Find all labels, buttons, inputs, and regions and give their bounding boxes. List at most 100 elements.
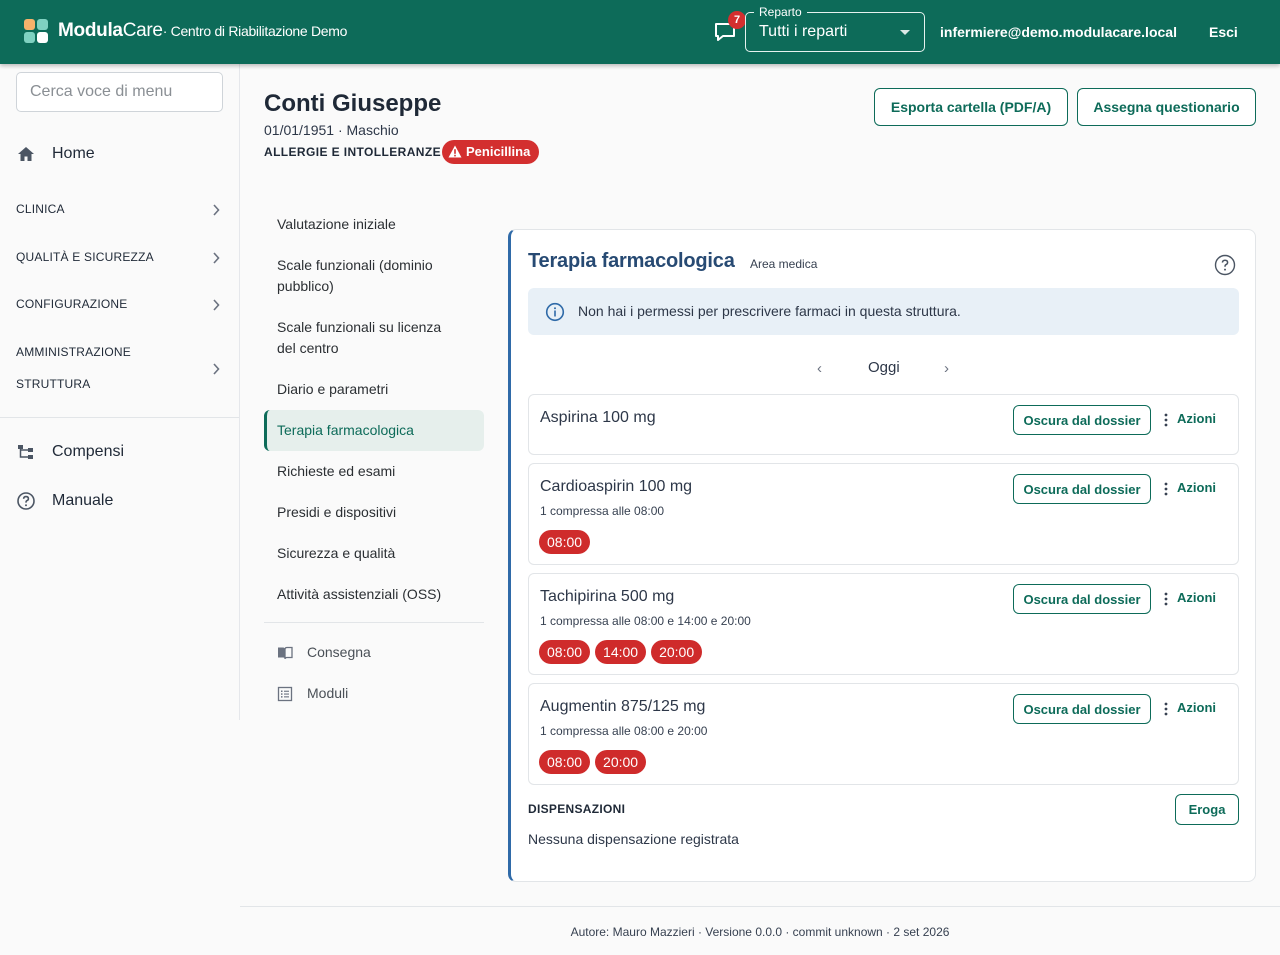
time-chip[interactable]: 20:00 (595, 750, 647, 774)
time-chip[interactable]: 08:00 (539, 750, 591, 774)
more-vertical-icon[interactable] (1163, 591, 1169, 607)
sidebar-item-home[interactable]: Home (16, 142, 226, 166)
subnav-item-richieste-esami[interactable]: Richieste ed esami (264, 461, 484, 482)
logout-button[interactable]: Esci (1209, 24, 1238, 40)
time-chip[interactable]: 08:00 (539, 530, 591, 554)
hide-from-dossier-button[interactable]: Oscura dal dossier (1013, 694, 1151, 724)
medication-row: Augmentin 875/125 mg 1 compressa alle 08… (528, 683, 1239, 785)
export-record-button[interactable]: Esporta cartella (PDF/A) (874, 88, 1068, 126)
current-date-label: Oggi (868, 359, 900, 376)
allergy-chip-label: Penicillina (466, 144, 531, 159)
more-vertical-icon[interactable] (1163, 481, 1169, 497)
actions-menu-button[interactable]: Azioni (1177, 480, 1216, 495)
subnav-item-attivita-assistenziali[interactable]: Attività assistenziali (OSS) (264, 584, 484, 605)
sidebar-section-label: CLINICA (16, 202, 65, 216)
home-icon (18, 147, 34, 161)
subnav-item-sicurezza-qualita[interactable]: Sicurezza e qualità (264, 543, 484, 564)
sidebar-section-label: STRUTTURA (16, 377, 91, 391)
sidebar-item-compensi[interactable]: Compensi (16, 440, 226, 464)
subnav-item-diario-parametri[interactable]: Diario e parametri (264, 379, 484, 400)
department-select[interactable]: Reparto Tutti i reparti (745, 5, 925, 52)
subnav-item-label: Sicurezza e qualità (277, 545, 396, 561)
medication-row: Tachipirina 500 mg 1 compressa alle 08:0… (528, 573, 1239, 675)
subnav-item-terapia-farmacologica[interactable]: Terapia farmacologica (264, 410, 484, 451)
menu-search-input[interactable] (16, 72, 223, 112)
sidebar-item-manuale[interactable]: Manuale (16, 489, 226, 513)
app-brand[interactable]: ModulaCare· Centro di Riabilitazione Dem… (58, 20, 347, 42)
subnav-item-label: Scale funzionali su licenza (277, 319, 442, 335)
subnav-item-presidi-dispositivi[interactable]: Presidi e dispositivi (264, 502, 484, 523)
medication-schedule: 1 compressa alle 08:00 e 20:00 (540, 724, 708, 738)
dispense-button[interactable]: Eroga (1175, 794, 1239, 825)
assign-questionnaire-button[interactable]: Assegna questionario (1077, 88, 1256, 126)
medication-name: Cardioaspirin 100 mg (540, 478, 693, 495)
previous-day-button[interactable]: ‹ (817, 360, 822, 377)
department-select-value: Tutti i reparti (759, 23, 848, 40)
allergy-chip: Penicillina (442, 140, 540, 164)
sidebar-section-qualita-sicurezza[interactable]: QUALITÀ E SICUREZZA (16, 250, 226, 268)
sidebar-section-amministrazione-struttura[interactable]: AMMINISTRAZIONE STRUTTURA (16, 345, 226, 395)
subnav-item-label: del centro (277, 340, 339, 356)
subnav-tool-moduli[interactable]: Moduli (277, 683, 477, 705)
subnav-item-label: Diario e parametri (277, 381, 389, 397)
therapy-area-tag: Area medica (750, 257, 818, 271)
sidebar-item-label: Manuale (52, 492, 114, 509)
subnav-item-scale-funzionali-pubblico[interactable]: Scale funzionali (dominio pubblico) (264, 255, 484, 297)
sidebar-section-label: CONFIGURAZIONE (16, 297, 128, 311)
sidebar-section-clinica[interactable]: CLINICA (16, 202, 226, 220)
chevron-right-icon (213, 252, 220, 264)
footer-divider (240, 906, 1280, 907)
time-chip[interactable]: 20:00 (651, 640, 703, 664)
subnav-item-label: Richieste ed esami (277, 463, 396, 479)
sidebar-divider (0, 417, 239, 418)
actions-menu-button[interactable]: Azioni (1177, 411, 1216, 426)
sidebar: Home CLINICA QUALITÀ E SICUREZZA CONFIGU… (0, 64, 240, 720)
medication-row: Aspirina 100 mg Oscura dal dossier Azion… (528, 394, 1239, 455)
subnav-tool-consegna[interactable]: Consegna (277, 642, 477, 664)
top-app-bar: ModulaCare· Centro di Riabilitazione Dem… (0, 0, 1280, 64)
actions-menu-button[interactable]: Azioni (1177, 590, 1216, 605)
subnav-tool-label: Moduli (307, 685, 349, 701)
warning-icon (448, 145, 462, 158)
list-icon (277, 686, 293, 702)
actions-menu-button[interactable]: Azioni (1177, 700, 1216, 715)
next-day-button[interactable]: › (944, 360, 949, 377)
sidebar-item-label: Compensi (52, 443, 125, 460)
subnav-item-label: Scale funzionali (dominio (277, 257, 433, 273)
subnav-item-scale-funzionali-licenza[interactable]: Scale funzionali su licenza del centro (264, 317, 484, 359)
subnav-item-label: Valutazione iniziale (277, 216, 396, 232)
therapy-card: Terapia farmacologica Area medica Non ha… (508, 229, 1256, 882)
chevron-right-icon (213, 299, 220, 311)
medication-name: Augmentin 875/125 mg (540, 698, 706, 715)
notification-badge: 7 (728, 11, 746, 29)
hide-from-dossier-button[interactable]: Oscura dal dossier (1013, 474, 1151, 504)
sidebar-section-configurazione[interactable]: CONFIGURAZIONE (16, 297, 226, 315)
allergies-label: ALLERGIE E INTOLLERANZE (264, 145, 441, 159)
subnav-item-label: pubblico) (277, 278, 334, 294)
administration-times: 08:00 (539, 530, 595, 554)
patient-birthdate-sex: 01/01/1951 · Maschio (264, 122, 399, 138)
brand-name-regular: Care (122, 20, 163, 41)
time-chip[interactable]: 08:00 (539, 640, 591, 664)
patient-name: Conti Giuseppe (264, 90, 442, 117)
help-circle-icon (17, 492, 35, 510)
medication-row: Cardioaspirin 100 mg 1 compressa alle 08… (528, 463, 1239, 565)
subnav-item-valutazione-iniziale[interactable]: Valutazione iniziale (264, 214, 484, 235)
subnav-divider (264, 622, 484, 623)
permission-info-alert: Non hai i permessi per prescrivere farma… (528, 288, 1239, 335)
help-circle-icon[interactable] (1214, 254, 1236, 276)
medication-schedule: 1 compressa alle 08:00 (540, 504, 665, 518)
hide-from-dossier-button[interactable]: Oscura dal dossier (1013, 405, 1151, 435)
book-icon (278, 646, 293, 660)
administration-times: 08:00 20:00 (539, 750, 651, 774)
chevron-right-icon (213, 363, 220, 375)
more-vertical-icon[interactable] (1163, 412, 1169, 428)
info-icon (545, 302, 565, 322)
more-vertical-icon[interactable] (1163, 701, 1169, 717)
sidebar-section-label: AMMINISTRAZIONE (16, 345, 132, 359)
app-logo-icon (24, 19, 50, 45)
subnav-tool-label: Consegna (307, 644, 371, 660)
hide-from-dossier-button[interactable]: Oscura dal dossier (1013, 584, 1151, 614)
administration-times: 08:00 14:00 20:00 (539, 640, 707, 664)
time-chip[interactable]: 14:00 (595, 640, 647, 664)
